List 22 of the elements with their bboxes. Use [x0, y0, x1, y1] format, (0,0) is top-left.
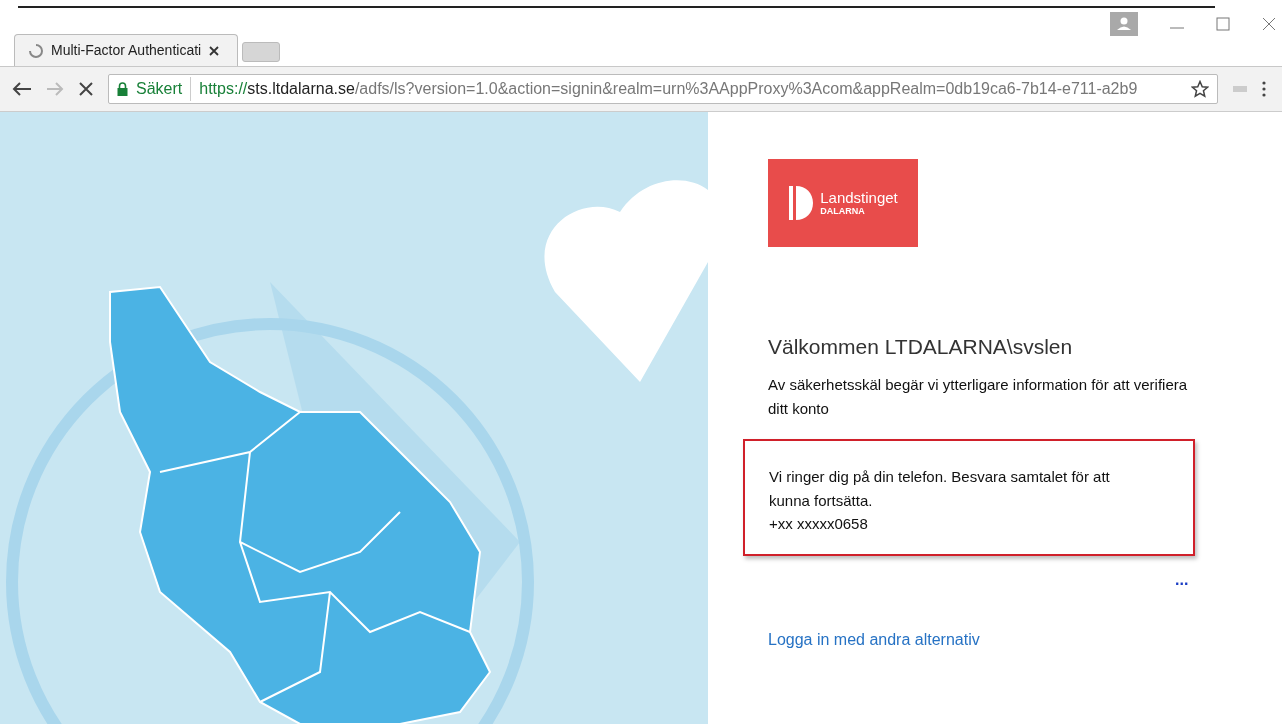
star-icon[interactable] — [1191, 80, 1209, 98]
security-label: Säkert — [136, 77, 192, 101]
progress-dots: ... — [1175, 571, 1189, 588]
intro-text: Av säkerhetsskäl begär vi ytterligare information för att verifiera ditt konto — [768, 374, 1188, 419]
browser-tab[interactable]: Multi-Factor Authenticati — [14, 34, 238, 66]
tab-title: Multi-Factor Authenticati — [51, 41, 202, 60]
close-tab-icon[interactable] — [209, 45, 220, 56]
welcome-heading: Välkommen LTDALARNA\svslen — [768, 334, 1074, 360]
logo-subtitle: DALARNA — [820, 207, 866, 216]
address-bar[interactable]: Säkert https://sts.ltdalarna.se/adfs/ls?version=1.0&action=signin&realm=urn%3AAppProxy%3Acom&appRealm=0db19ca6-7b14-e711-a2b9 — [108, 74, 1218, 104]
close-icon[interactable] — [1262, 17, 1276, 31]
padlock-icon — [117, 82, 128, 96]
profile-icon[interactable] — [1110, 12, 1138, 36]
url-text[interactable]: https://sts.ltdalarna.se/adfs/ls?version=1.0&action=signin&realm=urn%3AAppProxy%3Acom&appRealm=0db19ca6-7b14-e711-a2b9 — [199, 77, 1183, 101]
call-notice-text: Vi ringer dig på din telefon. Besvara samtalet för att kunna fortsätta. — [769, 466, 1111, 511]
menu-icon[interactable] — [1262, 81, 1266, 97]
logo-name: Landstinget — [820, 190, 898, 205]
logo-icon — [788, 185, 815, 221]
back-arrow-icon[interactable] — [12, 81, 32, 97]
stop-loading-icon[interactable] — [78, 81, 94, 97]
other-options-link[interactable]: Logga in med andra alternativ — [768, 627, 980, 652]
phone-number: +xx xxxxx0658 — [769, 513, 869, 534]
